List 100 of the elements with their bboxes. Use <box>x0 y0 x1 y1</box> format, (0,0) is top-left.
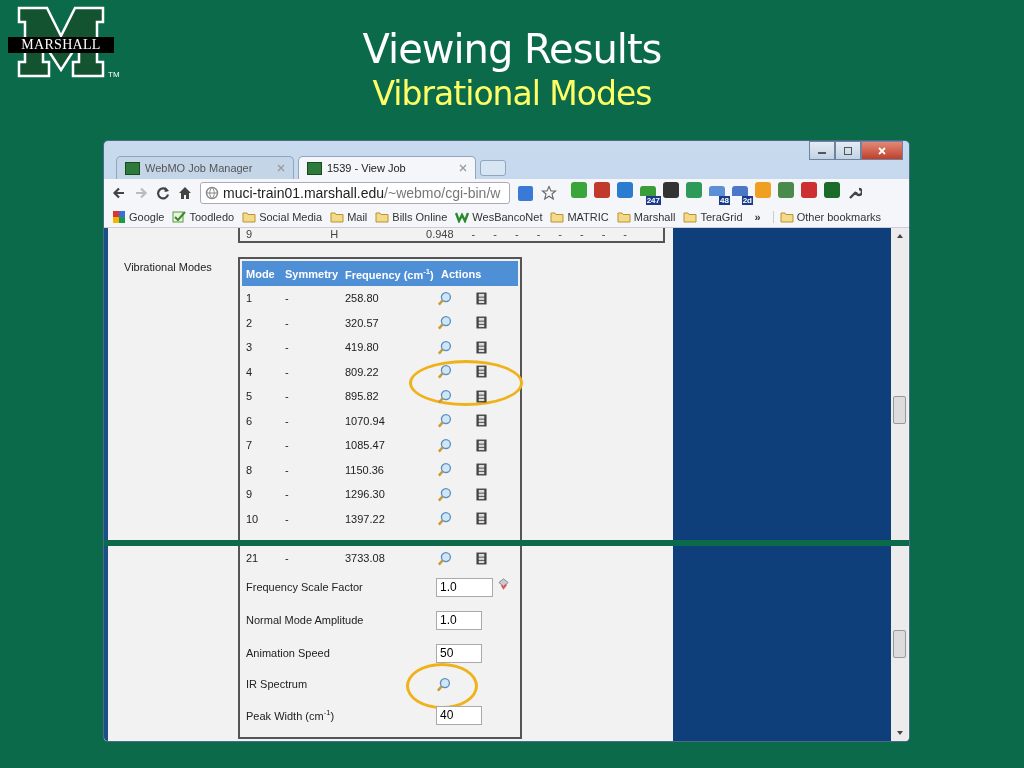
magnifier-icon[interactable] <box>437 550 452 566</box>
table-cell-text: 4 <box>245 365 254 378</box>
magnifier-icon[interactable] <box>437 315 452 331</box>
film-icon[interactable] <box>476 463 487 477</box>
star-icon[interactable] <box>541 185 557 201</box>
magnifier-icon[interactable] <box>437 339 452 355</box>
bookmark-link[interactable]: Toodledo <box>172 211 235 223</box>
close-button[interactable] <box>861 141 903 160</box>
bookmark-link[interactable]: TeraGrid <box>683 211 743 223</box>
folder-icon <box>550 211 565 223</box>
maximize-button[interactable] <box>835 141 861 160</box>
bookmarks-overflow[interactable]: » <box>754 211 761 223</box>
bookmark-link[interactable]: Bills Online <box>375 211 448 223</box>
input-field[interactable]: 1.0 <box>436 610 482 630</box>
table-cell: 0.948 <box>426 228 454 241</box>
table-cell-text: 21 <box>245 552 260 565</box>
column-header: Frequency (cm$^{-1}$) <box>344 266 435 281</box>
bookmark-link[interactable]: Social Media <box>242 211 323 223</box>
table-cell-text: - <box>284 365 290 378</box>
reset-icon[interactable] <box>497 576 510 590</box>
bookmark-link[interactable]: Marshall <box>616 211 676 223</box>
table-cell-text: - <box>284 463 290 476</box>
wrench-icon[interactable] <box>848 186 862 200</box>
bookmark-link[interactable]: MATRIC <box>550 211 609 223</box>
slide-subtitle: Vibrational Modes <box>372 73 652 115</box>
magnifier-icon[interactable] <box>436 676 451 692</box>
magnifier-icon[interactable] <box>437 413 452 429</box>
table-cell-text: 10 <box>245 512 260 525</box>
table-cell-text: - <box>284 292 290 305</box>
film-icon[interactable] <box>476 487 487 501</box>
extension-icon[interactable] <box>663 181 679 198</box>
film-icon[interactable] <box>476 438 487 452</box>
setting-label: Animation Speed <box>245 647 331 659</box>
bookmark-link[interactable]: Mail <box>330 211 368 223</box>
film-icon[interactable] <box>476 551 487 565</box>
film-icon[interactable] <box>476 512 487 526</box>
magnifier-icon[interactable] <box>437 388 452 404</box>
extension-icon[interactable] <box>594 181 610 198</box>
table-cell-text: 1150.36 <box>344 463 385 476</box>
address-bar[interactable]: muci-train01.marshall.edu/~webmo/cgi-bin/w <box>200 182 510 204</box>
table-cell-text: - <box>284 512 290 525</box>
film-icon[interactable] <box>476 340 487 354</box>
browser-tab[interactable]: WebMO Job Manager <box>116 156 294 179</box>
table-cell: - <box>471 228 476 241</box>
bookmark-link[interactable]: Google <box>112 211 165 223</box>
bookmark-link[interactable]: Other bookmarks <box>772 211 882 223</box>
extension-badge: 48 <box>719 195 730 205</box>
folder-icon <box>242 211 257 223</box>
setting-label: IR Spectrum <box>245 678 309 690</box>
table-cell: 9 <box>246 228 253 241</box>
film-icon[interactable] <box>476 291 487 305</box>
magnifier-icon[interactable] <box>437 437 452 453</box>
setting-label: Peak Width (cm$^{-1}$) <box>245 708 336 722</box>
table-cell: - <box>558 228 562 241</box>
bookmark-link[interactable]: WesBancoNet <box>455 211 543 223</box>
scrollbar-thumb[interactable] <box>893 396 906 424</box>
minimize-button[interactable] <box>809 141 835 160</box>
magnifier-icon[interactable] <box>437 462 452 478</box>
table-cell-text: - <box>284 341 290 354</box>
extension-badge: 247 <box>645 195 661 205</box>
back-icon[interactable] <box>112 186 126 200</box>
magnifier-icon[interactable] <box>437 364 452 380</box>
extension-icon[interactable] <box>824 181 840 198</box>
home-icon[interactable] <box>178 186 192 200</box>
input-field[interactable]: 40 <box>436 705 482 725</box>
table-cell-text: 1397.22 <box>344 512 386 525</box>
browser-tab[interactable]: 1539 - View Job <box>298 156 476 179</box>
table-cell: - <box>514 228 519 241</box>
table-cell: - <box>601 228 606 241</box>
scrollbar-thumb[interactable] <box>893 630 906 658</box>
magnifier-icon[interactable] <box>437 511 452 527</box>
table-cell-text: 1296.30 <box>344 488 386 501</box>
logo-wordmark: MARSHALL <box>8 37 114 53</box>
table-cell: - <box>493 228 497 241</box>
input-field[interactable]: 50 <box>436 643 482 663</box>
table-cell-text: - <box>284 439 290 452</box>
table-cell-text: 809.22 <box>344 365 380 378</box>
column-header: Symmetry <box>284 267 340 280</box>
tile-icon <box>112 211 126 223</box>
checkbox-icon <box>172 211 187 223</box>
magnifier-icon[interactable] <box>437 486 452 502</box>
table-cell: H <box>330 228 339 241</box>
film-icon[interactable] <box>476 316 487 330</box>
film-icon[interactable] <box>476 389 487 403</box>
table-cell-text: 895.82 <box>344 390 380 403</box>
reload-icon[interactable] <box>156 186 170 200</box>
close-icon[interactable] <box>459 164 467 172</box>
film-icon[interactable] <box>476 365 487 379</box>
table-cell-text: 320.57 <box>344 316 380 329</box>
scroll-up-arrow[interactable] <box>896 234 903 238</box>
table-cell: - <box>536 228 541 241</box>
table-cell-text: 258.80 <box>344 292 380 305</box>
film-icon[interactable] <box>476 414 487 428</box>
magnifier-icon[interactable] <box>437 290 452 306</box>
table-cell-text: - <box>284 390 290 403</box>
trademark-mark: TM <box>108 70 120 79</box>
folder-icon <box>375 211 390 223</box>
scroll-down-arrow[interactable] <box>896 731 903 735</box>
input-field[interactable]: 1.0 <box>436 577 493 597</box>
table-cell-text: 1070.94 <box>344 414 386 427</box>
